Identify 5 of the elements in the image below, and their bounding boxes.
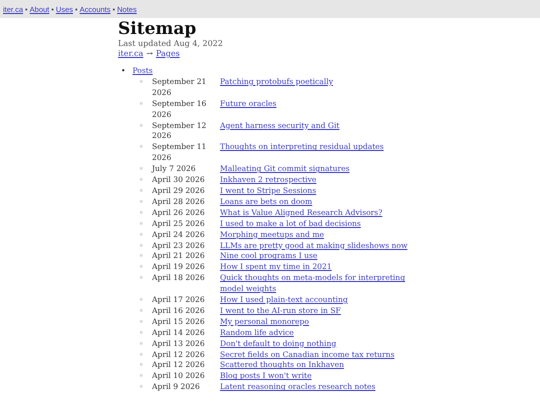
breadcrumb-link[interactable]: iter.ca: [118, 49, 144, 59]
breadcrumb-separator: →: [146, 49, 153, 59]
page-title: Sitemap: [118, 20, 198, 39]
breadcrumb-link[interactable]: Pages: [156, 49, 180, 59]
last-updated-text: Last updated Aug 4, 2022: [118, 39, 224, 49]
